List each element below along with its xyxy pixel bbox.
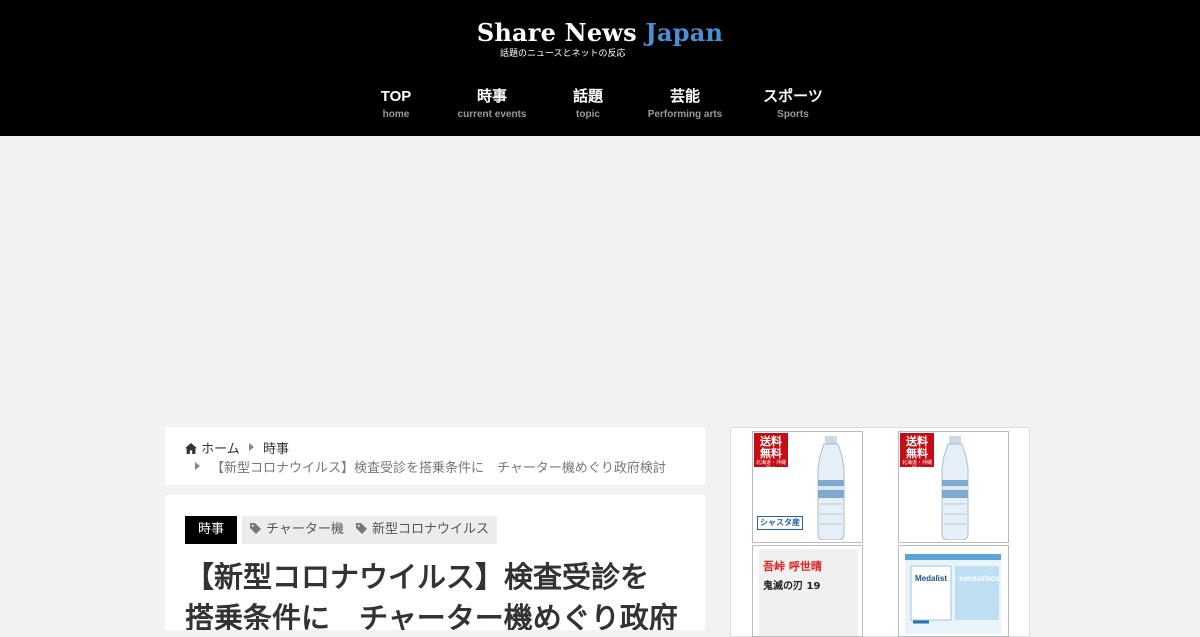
article-title: 【新型コロナウイルス】検査受診を 搭乗条件に チャーター機めぐり政府 <box>185 557 690 630</box>
nav-item-label: スポーツ <box>763 88 823 105</box>
nav-item-sports[interactable]: スポーツ Sports <box>753 88 833 124</box>
nav-item-label: 芸能 <box>669 88 700 105</box>
nav-item-current-events[interactable]: 時事 current events <box>447 88 537 124</box>
product-book[interactable]: 吾峠 呼世晴 鬼滅の刃 19 <box>752 545 863 637</box>
origin-label: シャスタ産 <box>757 516 803 530</box>
sidebar-product-ads: 送料 無料 北海道・沖縄除く シャスタ産 送料 無料 北海道・沖縄除く 吾峠 呼… <box>730 427 1030 637</box>
nav-item-sublabel: home <box>382 109 410 120</box>
water-bottle-icon <box>817 436 845 540</box>
logo-share-news: Share News <box>476 18 637 47</box>
nav-item-sublabel: Performing arts <box>647 109 723 120</box>
article-title-line: 【新型コロナウイルス】検査受診を <box>185 560 650 594</box>
nav-item-sublabel: Sports <box>777 109 809 120</box>
tag-label: 新型コロナウイルス <box>372 522 490 537</box>
ad-space <box>0 136 1200 426</box>
product-medical[interactable]: Medalist sensorbox <box>898 545 1009 637</box>
medical-box-text: sensorbox <box>959 574 1000 583</box>
tag-icon <box>356 523 367 534</box>
logo-japan: Japan <box>645 18 724 47</box>
medical-brand: Medalist <box>915 574 948 583</box>
nav-item-label: 時事 <box>476 88 507 105</box>
site-logo[interactable]: Share News Japan 話題のニュースとネットの反応 <box>0 18 1200 59</box>
home-icon <box>185 443 197 454</box>
medical-box-icon <box>905 554 1001 634</box>
nav-item-sublabel: current events <box>457 109 527 120</box>
product-water-1[interactable]: 送料 無料 北海道・沖縄除く シャスタ産 <box>752 431 863 543</box>
nav-item-topic[interactable]: 話題 topic <box>548 88 628 124</box>
nav-item-performing-arts[interactable]: 芸能 Performing arts <box>640 88 730 124</box>
product-water-2[interactable]: 送料 無料 北海道・沖縄除く <box>898 431 1009 543</box>
article-title-line: 搭乗条件に チャーター機めぐり政府 <box>185 601 678 630</box>
nav-item-sublabel: topic <box>576 109 600 120</box>
breadcrumb-category[interactable]: 時事 <box>263 438 289 457</box>
breadcrumb-separator-icon <box>195 462 200 470</box>
book-author: 吾峠 呼世晴 <box>763 560 822 573</box>
nav-item-top[interactable]: TOP home <box>356 88 436 124</box>
breadcrumb-home[interactable]: ホーム <box>185 438 240 457</box>
free-shipping-badge: 送料 無料 北海道・沖縄除く <box>754 433 788 472</box>
free-shipping-badge: 送料 無料 北海道・沖縄除く <box>900 433 934 472</box>
breadcrumb-home-label: ホーム <box>201 442 240 457</box>
book-title: 鬼滅の刃 19 <box>763 581 821 592</box>
tag-icon <box>250 523 261 534</box>
badge-line: 無料 <box>906 447 928 460</box>
site-tagline: 話題のニュースとネットの反応 <box>500 49 626 59</box>
badge-note: 北海道・沖縄除く <box>755 460 786 472</box>
main-nav: TOP home 時事 current events 話題 topic 芸能 P… <box>0 88 1200 128</box>
category-badge[interactable]: 時事 <box>185 516 238 544</box>
tag-label: チャーター機 <box>266 522 344 537</box>
site-header: Share News Japan 話題のニュースとネットの反応 TOP home… <box>0 0 1200 136</box>
breadcrumb-separator-icon <box>249 443 254 451</box>
badge-note: 北海道・沖縄除く <box>901 460 932 472</box>
nav-item-label: TOP <box>380 88 412 105</box>
breadcrumb: ホーム 時事 【新型コロナウイルス】検査受診を搭乗条件に チャーター機めぐり政府… <box>165 427 705 485</box>
nav-item-label: 話題 <box>572 88 603 105</box>
breadcrumb-current: 【新型コロナウイルス】検査受診を搭乗条件に チャーター機めぐり政府検討 <box>211 461 666 476</box>
water-bottle-icon <box>941 436 969 540</box>
badge-line: 無料 <box>760 447 782 460</box>
article-card: 時事 チャーター機 新型コロナウイルス 【新型コロナウイルス】検査受診を 搭乗条… <box>165 495 705 630</box>
tag-coronavirus[interactable]: 新型コロナウイルス <box>348 516 498 544</box>
tag-charter-plane[interactable]: チャーター機 <box>242 516 352 544</box>
